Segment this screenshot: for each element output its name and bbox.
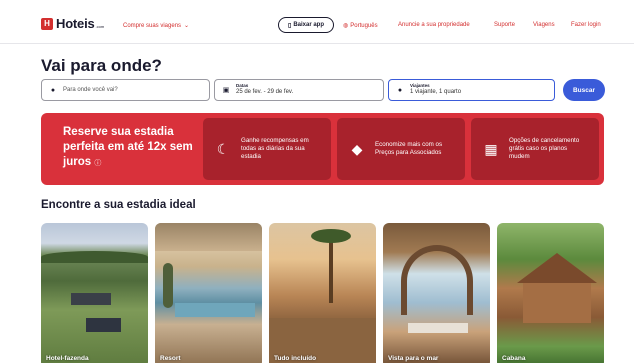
stay-card-cabin[interactable]: Cabana xyxy=(497,223,604,363)
list-property-link[interactable]: Anuncie a sua propriedade xyxy=(398,22,470,28)
support-link[interactable]: Suporte xyxy=(494,22,515,28)
site-logo[interactable]: H Hoteis .com xyxy=(41,16,104,31)
stay-card-label: Vista para o mar xyxy=(388,355,439,362)
promo-banner: Reserve sua estadia perfeita em até 12x … xyxy=(41,113,604,185)
info-icon[interactable]: ⓘ xyxy=(94,160,101,167)
language-label: Português xyxy=(350,22,378,29)
dates-value: 25 de fev. - 29 de fev. xyxy=(236,89,294,96)
chevron-down-icon: ⌄ xyxy=(184,23,190,29)
destination-placeholder: Para onde você vai? xyxy=(63,87,118,93)
page-title: Vai para onde? xyxy=(41,56,162,75)
palm-leaves-image xyxy=(311,229,351,243)
globe-icon: ◍ xyxy=(343,23,349,29)
destination-field[interactable]: ● Para onde você vai? xyxy=(41,79,210,101)
palm-trunk-image xyxy=(329,233,333,303)
bed-image xyxy=(408,323,468,333)
top-header: H Hoteis .com Compre suas viagens ⌄ ▯ Ba… xyxy=(0,0,634,44)
travelers-value: 1 viajante, 1 quarto xyxy=(410,89,462,96)
cabin-wall-image xyxy=(523,283,591,323)
calendar-icon: ▦ xyxy=(484,140,498,157)
dates-field[interactable]: ▣ Datas 25 de fev. - 29 de fev. xyxy=(214,79,384,101)
promo-headline: Reserve sua estadia perfeita em até 12x … xyxy=(63,126,193,168)
logo-suffix: .com xyxy=(95,24,105,29)
calendar-icon: ▣ xyxy=(222,87,230,94)
section-title: Encontre a sua estadia ideal xyxy=(41,199,196,211)
shop-trips-label: Compre suas viagens xyxy=(123,22,182,29)
logo-text: Hoteis xyxy=(56,16,95,31)
stay-card-ocean-view[interactable]: Vista para o mar xyxy=(383,223,490,363)
phone-icon: ▯ xyxy=(288,22,292,29)
person-icon: ● xyxy=(397,86,403,94)
stay-card-label: Tudo incluído xyxy=(274,355,317,362)
stay-card-farm-hotel[interactable]: Hotel-fazenda xyxy=(41,223,148,363)
stay-type-carousel: Hotel-fazenda Resort Tudo incluído Vista… xyxy=(41,223,604,363)
stay-card-resort[interactable]: Resort xyxy=(155,223,262,363)
promo-card-text: Opções de cancelamento grátis caso os pl… xyxy=(509,136,580,161)
search-button[interactable]: Buscar xyxy=(563,79,605,101)
stay-card-label: Resort xyxy=(160,355,181,362)
download-app-label: Baixar app xyxy=(293,22,324,28)
stay-card-label: Cabana xyxy=(502,355,526,362)
stay-card-all-inclusive[interactable]: Tudo incluído xyxy=(269,223,376,363)
cabin-roof-image xyxy=(517,253,597,283)
hill-image xyxy=(41,251,148,263)
moon-icon: ☾ xyxy=(216,140,230,157)
language-selector[interactable]: ◍ Português xyxy=(343,22,378,30)
tag-icon: ◆ xyxy=(351,140,363,157)
tree-image xyxy=(163,263,173,308)
promo-card-rewards: ☾ Ganhe recompensas em todas as diárias … xyxy=(203,118,331,180)
promo-card-text: Ganhe recompensas em todas as diárias da… xyxy=(241,136,309,161)
building-image xyxy=(71,293,111,305)
canopy-image xyxy=(155,223,262,251)
logo-mark-icon: H xyxy=(41,17,53,30)
arch-image xyxy=(401,245,473,315)
promo-card-cancellation: ▦ Opções de cancelamento grátis caso os … xyxy=(471,118,599,180)
promo-card-member-prices: ◆ Economize mais com os Preços para Asso… xyxy=(337,118,465,180)
building-image xyxy=(86,318,121,332)
location-pin-icon: ● xyxy=(50,86,56,94)
download-app-button[interactable]: ▯ Baixar app xyxy=(278,17,334,33)
stay-card-label: Hotel-fazenda xyxy=(46,355,89,362)
shop-trips-menu[interactable]: Compre suas viagens ⌄ xyxy=(123,22,190,30)
sign-in-link[interactable]: Fazer login xyxy=(571,22,601,28)
pool-image xyxy=(175,303,255,317)
travelers-field[interactable]: ● Viajantes 1 viajante, 1 quarto xyxy=(388,79,555,101)
trips-link[interactable]: Viagens xyxy=(533,22,555,28)
promo-card-text: Economize mais com os Preços para Associ… xyxy=(375,140,443,156)
